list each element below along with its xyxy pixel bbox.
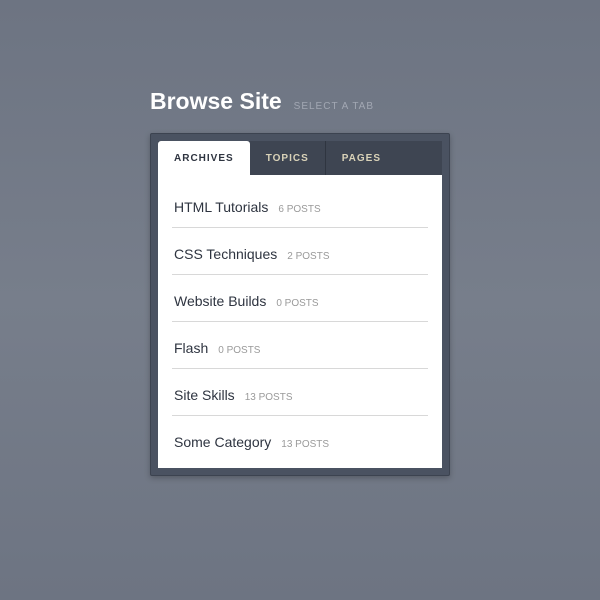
- tab-label: ARCHIVES: [174, 153, 234, 164]
- list-item-meta: 0 POSTS: [276, 298, 318, 309]
- list-item[interactable]: Some Category 13 POSTS: [172, 416, 428, 454]
- list-item-title: HTML Tutorials: [174, 199, 268, 215]
- list-item[interactable]: Website Builds 0 POSTS: [172, 275, 428, 322]
- list-item-meta: 2 POSTS: [287, 251, 329, 262]
- list-item-title: Flash: [174, 340, 208, 356]
- widget-header: Browse Site SELECT A TAB: [150, 88, 450, 115]
- widget-subtitle: SELECT A TAB: [294, 101, 374, 112]
- widget-title: Browse Site: [150, 88, 282, 115]
- list-item-meta: 6 POSTS: [278, 204, 320, 215]
- tab-bar: ARCHIVES TOPICS PAGES: [158, 141, 442, 175]
- list-item[interactable]: Flash 0 POSTS: [172, 322, 428, 369]
- list-item[interactable]: CSS Techniques 2 POSTS: [172, 228, 428, 275]
- tab-panel-archives: HTML Tutorials 6 POSTS CSS Techniques 2 …: [158, 175, 442, 468]
- tab-topics[interactable]: TOPICS: [250, 141, 326, 175]
- list-item-title: Website Builds: [174, 293, 266, 309]
- archives-list: HTML Tutorials 6 POSTS CSS Techniques 2 …: [172, 181, 428, 454]
- browse-widget: ARCHIVES TOPICS PAGES HTML Tutorials 6 P…: [150, 133, 450, 476]
- tab-archives[interactable]: ARCHIVES: [158, 141, 250, 175]
- list-item[interactable]: Site Skills 13 POSTS: [172, 369, 428, 416]
- list-item[interactable]: HTML Tutorials 6 POSTS: [172, 181, 428, 228]
- tab-label: TOPICS: [266, 153, 309, 164]
- list-item-title: Site Skills: [174, 387, 235, 403]
- tab-label: PAGES: [342, 153, 381, 164]
- tab-pages[interactable]: PAGES: [326, 141, 397, 175]
- list-item-meta: 0 POSTS: [218, 345, 260, 356]
- list-item-title: Some Category: [174, 434, 271, 450]
- list-item-title: CSS Techniques: [174, 246, 277, 262]
- list-item-meta: 13 POSTS: [245, 392, 293, 403]
- list-item-meta: 13 POSTS: [281, 439, 329, 450]
